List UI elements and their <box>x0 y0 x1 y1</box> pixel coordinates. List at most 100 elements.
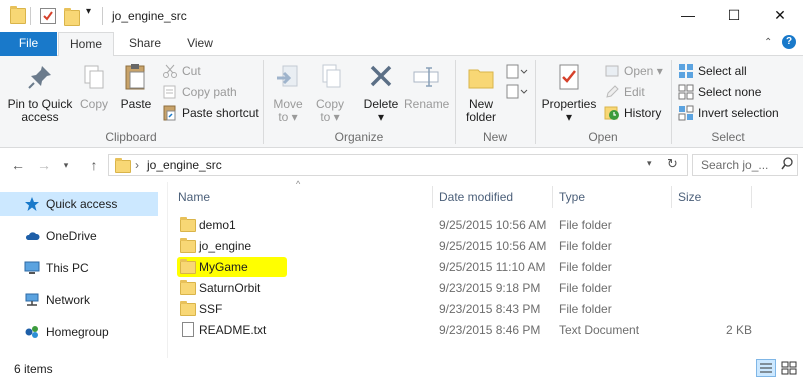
file-date: 9/25/2015 11:10 AM <box>439 260 546 274</box>
group-clipboard-label: Clipboard <box>105 130 157 144</box>
ribbon: Pin to Quick access Copy Paste Cut Copy … <box>0 56 803 148</box>
back-button[interactable]: ← <box>8 155 28 175</box>
network-icon <box>24 292 40 308</box>
recent-locations-button[interactable]: ▾ <box>56 155 76 175</box>
details-view-icon[interactable] <box>756 359 776 377</box>
search-input[interactable]: Search jo_... <box>692 154 798 176</box>
file-name: README.txt <box>199 323 267 337</box>
star-icon <box>24 196 40 212</box>
breadcrumb-chevron-icon[interactable]: › <box>135 158 139 172</box>
table-row[interactable]: MyGame 9/25/2015 11:10 AM File folder <box>174 257 799 278</box>
file-date: 9/23/2015 9:18 PM <box>439 281 541 295</box>
file-date: 9/23/2015 8:43 PM <box>439 302 541 316</box>
select-none-button[interactable]: Select none <box>678 83 761 101</box>
close-button[interactable]: ✕ <box>757 0 803 30</box>
table-row[interactable]: SaturnOrbit 9/23/2015 9:18 PM File folde… <box>174 278 799 299</box>
large-icons-view-icon[interactable] <box>780 360 798 376</box>
folder-icon <box>180 301 196 316</box>
tab-share[interactable]: Share <box>117 32 173 56</box>
new-item-icon[interactable] <box>506 64 528 83</box>
sidebar-item-this-pc[interactable]: This PC <box>0 256 158 280</box>
properties-dropdown-arrow[interactable]: ▾ <box>566 110 572 124</box>
paste-button[interactable]: Paste <box>116 60 156 111</box>
window-title: jo_engine_src <box>112 9 187 23</box>
file-name: SSF <box>199 302 223 316</box>
collapse-ribbon-icon[interactable]: ⌃ <box>764 37 772 48</box>
select-all-label: Select all <box>698 64 747 78</box>
table-row[interactable]: SSF 9/23/2015 8:43 PM File folder <box>174 299 799 320</box>
column-header-type[interactable]: Type <box>559 186 585 208</box>
column-header-date[interactable]: Date modified <box>439 186 513 208</box>
move-to-button[interactable]: Move to ▾ <box>268 60 308 124</box>
column-header-name[interactable]: Name <box>178 186 210 208</box>
maximize-button[interactable]: ☐ <box>711 0 757 30</box>
address-bar[interactable]: › jo_engine_src ▾ ↻ <box>108 154 688 176</box>
sidebar-item-label: Homegroup <box>46 325 109 339</box>
copy-to-button[interactable]: Copy to ▾ <box>310 60 350 124</box>
history-button[interactable]: History <box>604 104 661 122</box>
sidebar-item-quick-access[interactable]: Quick access <box>0 192 158 216</box>
properties-quick-icon[interactable] <box>40 8 56 24</box>
folder-icon <box>180 259 196 274</box>
file-size: 2 KB <box>726 323 753 337</box>
tab-home[interactable]: Home <box>58 32 114 57</box>
copy-label: Copy <box>79 97 108 111</box>
file-type: File folder <box>559 281 612 295</box>
edit-button[interactable]: Edit <box>604 83 645 101</box>
up-button[interactable]: ↑ <box>84 155 104 175</box>
table-row[interactable]: jo_engine 9/25/2015 10:56 AM File folder <box>174 236 799 257</box>
pin-label-line1: Pin to Quick <box>7 97 73 111</box>
open-button[interactable]: Open ▾ <box>604 62 663 80</box>
rename-button[interactable]: Rename <box>404 60 449 111</box>
file-type: File folder <box>559 239 612 253</box>
properties-button[interactable]: Properties ▾ <box>540 60 598 124</box>
file-name: SaturnOrbit <box>199 281 261 295</box>
address-dropdown-icon[interactable]: ▾ <box>647 158 652 169</box>
forward-button[interactable]: → <box>34 155 54 175</box>
divider[interactable] <box>751 186 752 208</box>
delete-dropdown-arrow[interactable]: ▾ <box>378 110 384 124</box>
help-icon[interactable]: ? <box>782 35 796 49</box>
invert-selection-button[interactable]: Invert selection <box>678 104 779 122</box>
group-select-label: Select <box>711 130 745 144</box>
divider[interactable] <box>552 186 553 208</box>
easy-access-icon[interactable] <box>506 84 528 103</box>
copy-to-label-line2: to ▾ <box>320 110 340 124</box>
sidebar-item-network[interactable]: Network <box>0 288 158 312</box>
copy-to-icon <box>315 62 345 92</box>
cloud-icon <box>24 228 40 244</box>
refresh-icon[interactable]: ↻ <box>667 156 678 172</box>
copy-path-button[interactable]: Copy path <box>162 83 237 101</box>
copy-icon <box>79 62 109 92</box>
file-list: ^ Name Date modified Type Size demo1 9/2… <box>168 179 803 358</box>
address-path: jo_engine_src <box>147 158 222 172</box>
column-header-size[interactable]: Size <box>678 186 701 208</box>
status-bar: 6 items <box>0 358 803 380</box>
divider[interactable] <box>671 186 672 208</box>
table-row[interactable]: demo1 9/25/2015 10:56 AM File folder <box>174 215 799 236</box>
table-row[interactable]: README.txt 9/23/2015 8:46 PM Text Docume… <box>174 320 799 341</box>
file-date: 9/23/2015 8:46 PM <box>439 323 541 337</box>
navigation-pane: Quick access OneDrive This PC Network Ho… <box>0 182 168 358</box>
new-folder-icon <box>466 62 496 92</box>
divider[interactable] <box>432 186 433 208</box>
sidebar-item-homegroup[interactable]: Homegroup <box>0 320 158 344</box>
move-to-icon <box>273 62 303 92</box>
new-folder-button[interactable]: New folder <box>460 60 502 124</box>
file-name: demo1 <box>199 218 236 232</box>
sidebar-item-label: OneDrive <box>46 229 97 243</box>
sidebar-item-onedrive[interactable]: OneDrive <box>0 224 158 248</box>
new-folder-quick-icon[interactable] <box>64 8 80 26</box>
cut-button[interactable]: Cut <box>162 62 201 80</box>
pin-to-quick-access-button[interactable]: Pin to Quick access <box>6 60 74 124</box>
customize-quick-access-icon[interactable]: ▾ <box>86 6 91 22</box>
delete-button[interactable]: Delete ▾ <box>360 60 402 124</box>
tab-file[interactable]: File <box>0 32 57 56</box>
select-all-button[interactable]: Select all <box>678 62 747 80</box>
paste-shortcut-button[interactable]: Paste shortcut <box>162 104 259 122</box>
tab-view[interactable]: View <box>174 32 226 56</box>
copy-button[interactable]: Copy <box>76 60 112 111</box>
file-date: 9/25/2015 10:56 AM <box>439 218 547 232</box>
sidebar-item-label: Quick access <box>46 197 118 211</box>
minimize-button[interactable]: — <box>665 0 711 30</box>
